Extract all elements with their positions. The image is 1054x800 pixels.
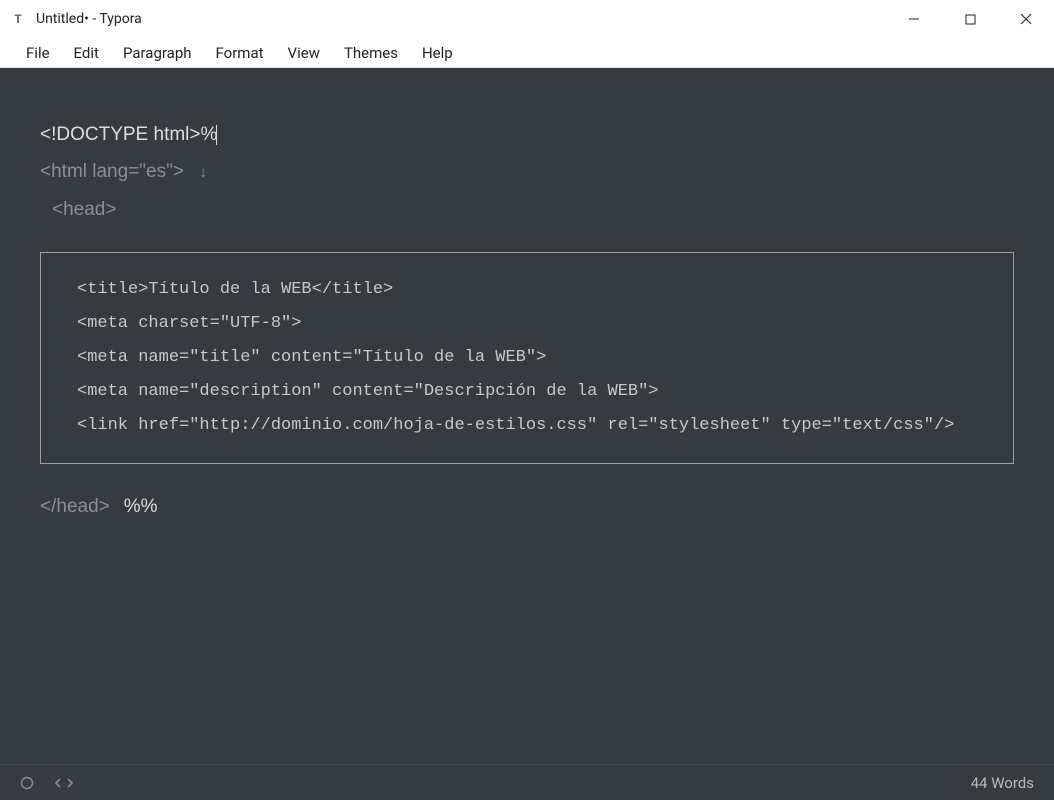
code-line: <title>Título de la WEB</title> [77, 273, 977, 307]
html-tag-text: <html lang="es"> [40, 161, 184, 182]
source-mode-icon[interactable] [54, 776, 74, 790]
minimize-button[interactable] [886, 0, 942, 38]
menubar: File Edit Paragraph Format View Themes H… [0, 38, 1054, 68]
word-count[interactable]: 44 Words [971, 774, 1034, 792]
content-line: <!DOCTYPE html>% [40, 118, 1014, 151]
menu-edit[interactable]: Edit [62, 40, 111, 66]
titlebar-left: T Untitled• - Typora [10, 11, 142, 27]
minimize-icon [908, 13, 920, 25]
code-line: <link href="http://dominio.com/hoja-de-e… [77, 409, 977, 443]
window-title: Untitled• - Typora [36, 11, 142, 27]
menu-view[interactable]: View [276, 40, 332, 66]
code-line: <meta charset="UTF-8"> [77, 307, 977, 341]
code-line: <meta name="description" content="Descri… [77, 375, 977, 409]
head-close-tag: </head> [40, 490, 110, 523]
menu-themes[interactable]: Themes [332, 40, 410, 66]
menu-format[interactable]: Format [204, 40, 276, 66]
head-tag-text: <head> [52, 199, 116, 220]
editor-area[interactable]: <!DOCTYPE html>% <html lang="es"> ↓ <hea… [0, 68, 1054, 764]
code-block[interactable]: <title>Título de la WEB</title> <meta ch… [40, 252, 1014, 464]
app-window: T Untitled• - Typora File Edit Paragraph… [0, 0, 1054, 800]
code-line: <meta name="title" content="Título de la… [77, 341, 977, 375]
close-button[interactable] [998, 0, 1054, 38]
titlebar: T Untitled• - Typora [0, 0, 1054, 38]
window-controls [886, 0, 1054, 38]
fold-arrow-icon[interactable]: ↓ [199, 164, 207, 181]
content-line: </head> %% [40, 490, 1014, 523]
outline-toggle-icon[interactable] [20, 776, 34, 790]
menu-file[interactable]: File [14, 40, 62, 66]
editor-content: <!DOCTYPE html>% <html lang="es"> ↓ <hea… [40, 118, 1014, 523]
close-icon [1020, 13, 1032, 25]
doctype-text: <!DOCTYPE html>% [40, 124, 217, 145]
statusbar-left [20, 776, 74, 790]
menu-help[interactable]: Help [410, 40, 465, 66]
content-line: <head> [52, 193, 1014, 226]
maximize-icon [965, 14, 976, 25]
content-line: <html lang="es"> ↓ [40, 155, 1014, 188]
percent-text: %% [124, 490, 158, 523]
app-icon: T [10, 11, 26, 27]
menu-paragraph[interactable]: Paragraph [111, 40, 204, 66]
text-cursor [216, 125, 217, 145]
maximize-button[interactable] [942, 0, 998, 38]
statusbar: 44 Words [0, 764, 1054, 800]
